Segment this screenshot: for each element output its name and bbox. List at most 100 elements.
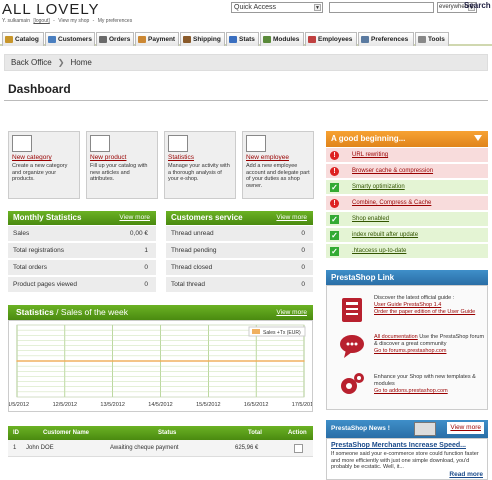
- logout-link[interactable]: [logout]: [33, 18, 49, 24]
- check-icon: ✓: [330, 183, 339, 192]
- table-row: Sales 0,00 €: [8, 226, 156, 242]
- monthly-view-more-link[interactable]: View more: [119, 211, 150, 225]
- tab-payment[interactable]: Payment: [135, 32, 179, 46]
- forum-link[interactable]: Go to forums.prestashop.com: [374, 348, 486, 355]
- monitor-icon: [414, 422, 436, 436]
- monthly-stats-title: Monthly Statistics: [13, 213, 82, 222]
- checklist-link[interactable]: URL rewriting: [352, 152, 388, 158]
- col-id: ID: [13, 430, 19, 436]
- main-tabbar: Catalog Customers Orders Payment Shippin…: [0, 30, 492, 46]
- customers-service-view-more-link[interactable]: View more: [276, 211, 307, 225]
- tab-customers[interactable]: Customers: [45, 32, 95, 46]
- checklist-item: ✓ Shop enabled: [326, 212, 488, 227]
- view-shop-link[interactable]: View my shop: [58, 18, 89, 24]
- addons-icon: [338, 370, 366, 398]
- view-order-icon[interactable]: [294, 444, 303, 453]
- quick-access-label: Quick Access: [234, 4, 277, 11]
- checklist-link[interactable]: Browser cache & compression: [352, 168, 433, 174]
- preferences-link[interactable]: My preferences: [98, 18, 132, 24]
- quick-card-desc: Add a new employee account and delegate …: [246, 163, 310, 189]
- separator: -: [92, 18, 95, 24]
- addons-text: Enhance your Shop with new templates & m…: [374, 374, 476, 387]
- row-label: Product pages viewed: [13, 281, 77, 288]
- order-guide-link[interactable]: Order the paper edition of the User Guid…: [374, 309, 486, 316]
- addons-block: Enhance your Shop with new templates & m…: [374, 374, 486, 395]
- sales-chart: 11/5/2012 12/5/2012 13/5/2012 14/5/2012 15/5…: [5, 320, 316, 412]
- search-button[interactable]: Search: [464, 1, 491, 10]
- tab-catalog[interactable]: Catalog: [2, 32, 44, 46]
- user-guide-link[interactable]: User Guide PrestaShop 1.4: [374, 302, 486, 309]
- separator: -: [53, 18, 55, 24]
- quick-card-statistics[interactable]: Statistics Manage your activity with a t…: [164, 131, 236, 199]
- check-icon: ✓: [330, 215, 339, 224]
- quick-card-new-employee[interactable]: New employee Add a new employee account …: [242, 131, 314, 199]
- tab-stats[interactable]: Stats: [226, 32, 259, 46]
- sales-chart-svg: 11/5/2012 12/5/2012 13/5/2012 14/5/2012 15/5…: [5, 324, 316, 408]
- quick-access-select[interactable]: Quick Access ▼: [231, 2, 323, 13]
- order-customer: John DOE: [26, 445, 54, 451]
- table-row: Product pages viewed 0: [8, 277, 156, 293]
- row-label: Thread pending: [171, 247, 217, 254]
- tab-label: Payment: [148, 36, 176, 43]
- breadcrumb-root[interactable]: Back Office: [11, 58, 52, 67]
- tab-label: Stats: [239, 36, 255, 43]
- tab-shipping[interactable]: Shipping: [180, 32, 225, 46]
- forum-icon: [338, 332, 366, 360]
- breadcrumb: Back Office ❯ Home: [4, 54, 488, 71]
- documentation-link[interactable]: All documentation: [374, 334, 418, 340]
- quick-card-new-category[interactable]: New category Create a new category and o…: [8, 131, 80, 199]
- x-tick-label: 11/5/2012: [9, 402, 29, 408]
- quick-card-title[interactable]: New category: [12, 154, 76, 161]
- checklist-link[interactable]: Combine, Compress & Cache: [352, 200, 431, 206]
- tab-employees[interactable]: Employees: [305, 32, 357, 46]
- table-row: Thread pending 0: [166, 243, 313, 259]
- row-value: 0: [301, 247, 305, 254]
- quick-card-title[interactable]: New product: [90, 154, 154, 161]
- checklist-link[interactable]: Shop enabled: [352, 216, 389, 222]
- quick-card-desc: Create a new category and organize your …: [12, 163, 68, 182]
- row-value: 0: [301, 264, 305, 271]
- page-title: Dashboard: [8, 82, 71, 96]
- data-point: [255, 360, 257, 362]
- product-icon: [90, 135, 110, 152]
- checklist-link[interactable]: index rebuilt after update: [352, 232, 418, 238]
- checklist-item: ! Combine, Compress & Cache: [326, 196, 488, 211]
- row-value: 0: [144, 281, 148, 288]
- chevron-right-icon: ❯: [57, 58, 65, 67]
- sales-week-title: Statistics: [16, 307, 54, 317]
- shop-title: ALL LOVELY: [2, 1, 100, 18]
- search-input[interactable]: [329, 2, 434, 13]
- table-row: Total registrations 1: [8, 243, 156, 259]
- checklist-item: ✓ index rebuilt after update: [326, 228, 488, 243]
- checklist-link[interactable]: Smarty optimization: [352, 184, 405, 190]
- news-header: PrestaShop News ! View more: [326, 420, 488, 438]
- tab-preferences[interactable]: Preferences: [358, 32, 414, 46]
- good-beginning-header[interactable]: A good beginning...: [326, 131, 488, 147]
- x-tick-label: 17/5/2012: [292, 402, 312, 408]
- checklist-link[interactable]: .htaccess up-to-date: [352, 248, 406, 254]
- news-title: PrestaShop News !: [331, 425, 390, 432]
- sales-week-view-more-link[interactable]: View more: [276, 305, 307, 320]
- addons-link[interactable]: Go to addons.prestashop.com: [374, 388, 486, 395]
- quick-card-title[interactable]: New employee: [246, 154, 310, 161]
- table-row: Total orders 0: [8, 260, 156, 276]
- tab-tools[interactable]: Tools: [415, 32, 449, 46]
- quick-card-new-product[interactable]: New product Fill up your catalog with ne…: [86, 131, 158, 199]
- error-icon: !: [330, 199, 339, 208]
- news-read-more-link[interactable]: Read more: [449, 471, 483, 478]
- news-view-more-link[interactable]: View more: [447, 422, 484, 434]
- tab-label: Tools: [428, 36, 445, 43]
- checklist-item: ! Browser cache & compression: [326, 164, 488, 179]
- prestashop-link-body: Discover the latest official guide : Use…: [326, 285, 488, 410]
- tab-orders[interactable]: Orders: [96, 32, 134, 46]
- quick-card-title[interactable]: Statistics: [168, 154, 232, 161]
- news-headline[interactable]: PrestaShop Merchants Increase Speed...: [331, 442, 466, 449]
- tab-label: Customers: [58, 36, 92, 43]
- category-icon: [12, 135, 32, 152]
- error-icon: !: [330, 151, 339, 160]
- tab-modules[interactable]: Modules: [260, 32, 304, 46]
- row-value: 1: [144, 247, 148, 254]
- guide-intro: Discover the latest official guide :: [374, 295, 455, 301]
- modules-icon: [263, 36, 271, 43]
- row-label: Total registrations: [13, 247, 64, 254]
